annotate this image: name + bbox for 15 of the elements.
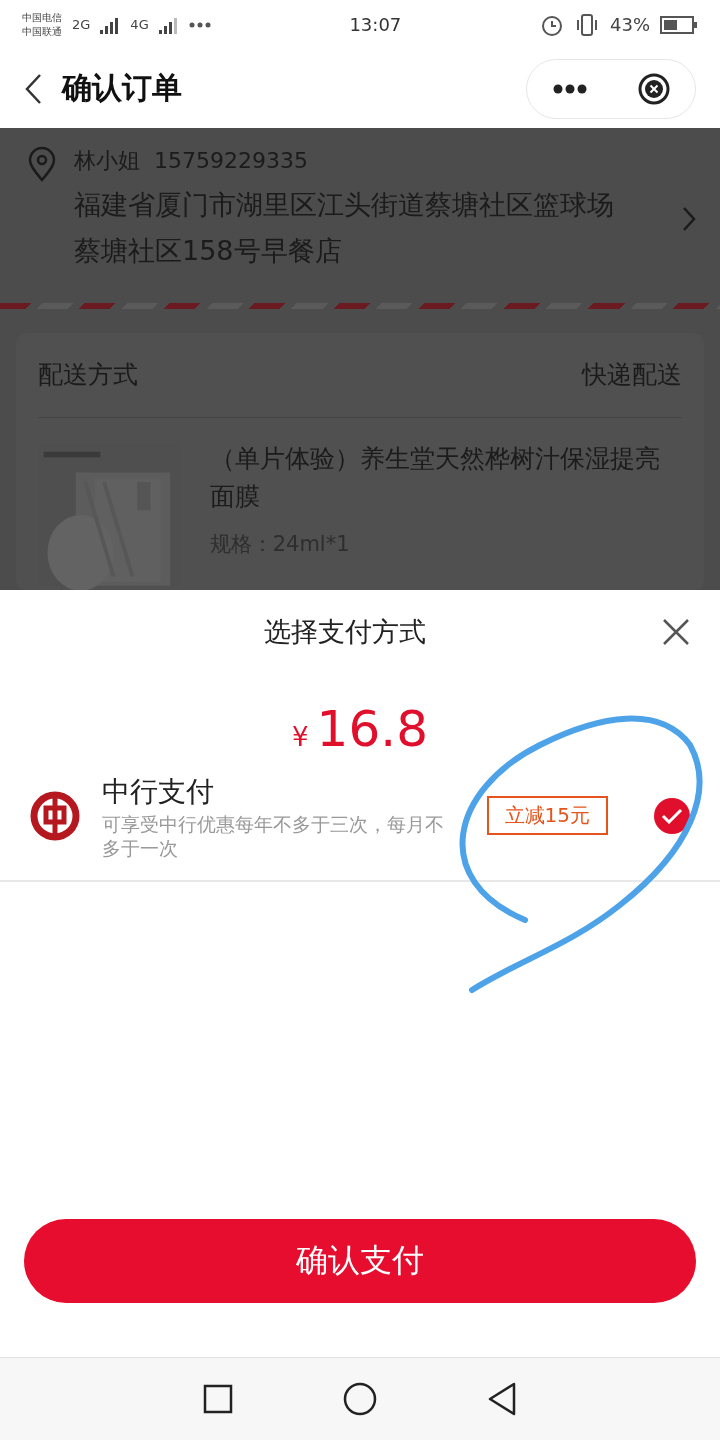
page-title: 确认订单 [62, 69, 183, 108]
payment-amount: 16.8 [316, 699, 428, 758]
method-name: 中行支付 [102, 773, 215, 810]
carrier-name: 中国联通 [22, 25, 62, 39]
payment-method[interactable]: 中行支付 可享受中行优惠每年不多于三次，每月不多于一次 立减15元 [0, 757, 720, 882]
battery-percent: 43% [610, 14, 650, 36]
currency-symbol: ¥ [292, 721, 309, 752]
confirm-button[interactable]: 确认支付 [24, 1219, 696, 1304]
method-note: 可享受中行优惠每年不多于三次，每月不多于一次 [102, 811, 445, 860]
sheet-title: 选择支付方式 [264, 614, 426, 649]
network-type: 4G [130, 17, 149, 33]
network-type: 2G [72, 17, 91, 33]
carrier-name: 中国电信 [22, 11, 62, 25]
clock-time: 13:07 [348, 14, 403, 36]
discount-tag: 立减15元 [486, 796, 608, 836]
